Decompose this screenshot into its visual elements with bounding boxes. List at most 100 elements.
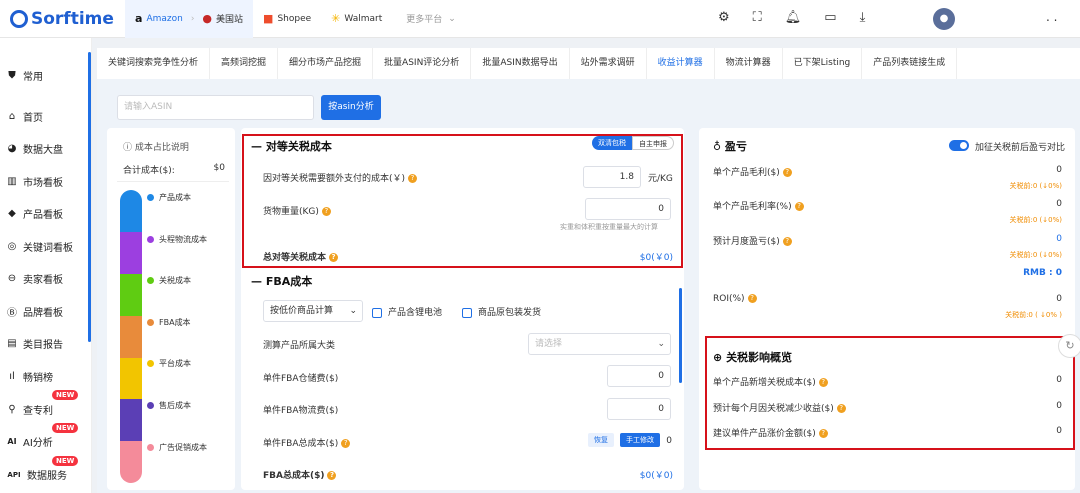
help-icon: ? xyxy=(327,471,337,480)
sidebar-item-keyword[interactable]: ◎ 关键词看板 xyxy=(6,239,73,254)
shopee-icon: ■ xyxy=(263,12,274,25)
impact-title: ⊕ 关税影响概览 xyxy=(713,351,793,364)
sidebar-item-dashboard[interactable]: ◕ 数据大盘 xyxy=(6,141,63,156)
tab-logistics-calculator[interactable]: 物流计算器 xyxy=(715,48,783,79)
sidebar-item-market[interactable]: ▥ 市场看板 xyxy=(6,174,63,189)
sidebar-item-common[interactable]: ⛊ 常用 xyxy=(6,68,43,83)
monthly-profit-value: 0 xyxy=(1056,234,1062,244)
gross-profit-value: 0 xyxy=(1056,165,1062,175)
roi-value: 0 xyxy=(1056,294,1062,304)
profit-title: ♁ 盈亏 xyxy=(713,140,747,153)
monthly-profit-rmb: RMB : 0 xyxy=(1023,268,1062,278)
impact-price-increase-value: 0 xyxy=(1056,426,1062,436)
platform-walmart[interactable]: ✳ Walmart xyxy=(321,0,392,38)
sidebar-item-data-service[interactable]: API 数据服务 xyxy=(6,467,67,483)
walmart-icon: ✳ xyxy=(331,12,341,25)
sidebar-item-seller[interactable]: ⊖ 卖家看板 xyxy=(6,271,63,286)
legend-product: 产品成本 xyxy=(147,192,191,203)
logo-icon xyxy=(10,9,28,28)
tab-asin-data-export[interactable]: 批量ASIN数据导出 xyxy=(471,48,570,79)
tab-product-link-generator[interactable]: 产品列表链接生成 xyxy=(862,48,958,79)
help-icon: ? xyxy=(321,207,331,216)
tab-offsite-demand[interactable]: 站外需求调研 xyxy=(570,48,647,79)
sidebar-item-report[interactable]: ▤ 类目报告 xyxy=(6,336,63,351)
chevron-down-icon: ⌄ xyxy=(448,13,456,24)
more-menu[interactable]: . . xyxy=(1046,10,1057,24)
fullscreen-icon[interactable]: ⛶ xyxy=(753,10,762,25)
tab-niche-market[interactable]: 细分市场产品挖掘 xyxy=(278,48,374,79)
weight-label: 货物重量(KG)? xyxy=(263,204,331,217)
bell-icon[interactable]: 🔔︎ xyxy=(785,10,802,25)
platform-amazon[interactable]: a Amazon › ● 美国站 xyxy=(125,0,254,38)
fba-calc-select[interactable]: 按低价商品计算 ⌄ xyxy=(263,300,363,322)
impact-monthly-loss-label: 预计每个月因关税减少收益($)? xyxy=(713,401,846,414)
rank-icon: ıl xyxy=(9,371,15,382)
fba-scrollbar[interactable] xyxy=(679,288,682,383)
market-icon: ▥ xyxy=(7,176,17,187)
shield-icon: ⛊ xyxy=(8,70,16,81)
tab-asin-review-analysis[interactable]: 批量ASIN评论分析 xyxy=(373,48,472,79)
api-icon: API xyxy=(7,470,21,479)
help-icon: ? xyxy=(747,294,757,303)
cost-segment-firstleg xyxy=(120,232,142,274)
weight-input[interactable]: 0 xyxy=(585,198,671,220)
home-icon: ⌂ xyxy=(8,111,16,122)
new-badge: NEW xyxy=(52,456,79,466)
sidebar-item-ai[interactable]: AI AI分析 xyxy=(6,434,52,449)
new-badge: NEW xyxy=(52,390,79,400)
total-cost-value: $0 xyxy=(213,163,225,173)
folder-icon[interactable]: ▭ xyxy=(824,10,836,25)
fba-total-value: $0(￥0) xyxy=(639,471,673,481)
help-icon: ? xyxy=(818,378,828,387)
original-pack-checkbox[interactable]: 商品原包装发货 xyxy=(462,305,541,318)
help-icon: ? xyxy=(782,168,792,177)
mode-double-clear-button[interactable]: 双清包税 xyxy=(592,136,632,150)
seller-icon: ⊖ xyxy=(7,273,17,284)
sidebar-item-rank[interactable]: ıl 畅销榜 xyxy=(6,369,53,384)
tariff-cost-label: 因对等关税需要额外支付的成本(￥)? xyxy=(263,171,418,184)
chevron-right-icon: › xyxy=(190,13,195,24)
download-icon[interactable]: ⤓ xyxy=(860,10,866,25)
tab-delisted-listing[interactable]: 已下架Listing xyxy=(783,48,863,79)
help-icon: ? xyxy=(408,174,418,183)
manual-edit-button[interactable]: 手工修改 xyxy=(620,433,660,447)
settings-icon[interactable]: ⚙ xyxy=(718,10,730,25)
fba-logistics-input[interactable]: 0 xyxy=(607,398,671,420)
more-platforms-dropdown[interactable]: 更多平台 ⌄ xyxy=(392,0,466,38)
refresh-float-icon[interactable]: ↻ xyxy=(1058,334,1080,358)
mode-self-declare-button[interactable]: 自主申报 xyxy=(632,136,674,150)
sidebar-item-product[interactable]: ◆ 产品看板 xyxy=(6,206,63,221)
brand-icon: Ⓑ xyxy=(7,308,17,319)
sidebar-item-home[interactable]: ⌂ 首页 xyxy=(6,109,43,124)
help-icon: ? xyxy=(818,429,828,438)
chevron-down-icon: ⌄ xyxy=(349,306,357,316)
fba-storage-input[interactable]: 0 xyxy=(607,365,671,387)
tariff-compare-toggle[interactable] xyxy=(949,140,969,151)
brand-logo[interactable]: Sorftime xyxy=(0,0,125,38)
cost-segment-aftersale xyxy=(120,399,142,441)
impact-new-tariff-label: 单个产品新增关税成本($)? xyxy=(713,375,828,388)
tariff-cost-input[interactable]: 1.8 xyxy=(583,166,641,188)
fba-single-total-label: 单件FBA总成本($)? xyxy=(263,436,351,449)
lithium-battery-checkbox[interactable]: 产品含锂电池 xyxy=(372,305,442,318)
analyze-asin-button[interactable]: 按asin分析 xyxy=(321,95,381,120)
keyword-icon: ◎ xyxy=(7,241,17,252)
sidebar-item-brand[interactable]: Ⓑ 品牌看板 xyxy=(6,304,63,319)
sidebar-item-patent[interactable]: ⚲ 查专利 xyxy=(6,402,53,417)
category-select[interactable]: 请选择 ⌄ xyxy=(528,333,671,355)
restore-button[interactable]: 恢复 xyxy=(588,433,614,447)
report-icon: ▤ xyxy=(7,338,17,349)
cost-segment-ads xyxy=(120,441,142,483)
tab-high-frequency-words[interactable]: 高频词挖掘 xyxy=(210,48,279,79)
pie-icon: ◕ xyxy=(7,143,17,154)
tab-profit-calculator[interactable]: 收益计算器 xyxy=(647,48,715,79)
avatar[interactable]: ● xyxy=(933,8,955,30)
platform-shopee[interactable]: ■ Shopee xyxy=(253,0,321,38)
tab-keyword-competition[interactable]: 关键词搜索竞争性分析 xyxy=(97,48,211,79)
sidebar-scrollbar[interactable] xyxy=(88,52,91,342)
fba-storage-label: 单件FBA仓储费($) xyxy=(263,374,339,384)
gross-profit-before: 关税前:0 (↓0%) xyxy=(1009,182,1062,190)
checkbox-icon xyxy=(462,307,472,318)
asin-input[interactable]: 请输入ASIN xyxy=(117,95,314,120)
gross-margin-before: 关税前:0 (↓0%) xyxy=(1009,216,1062,224)
